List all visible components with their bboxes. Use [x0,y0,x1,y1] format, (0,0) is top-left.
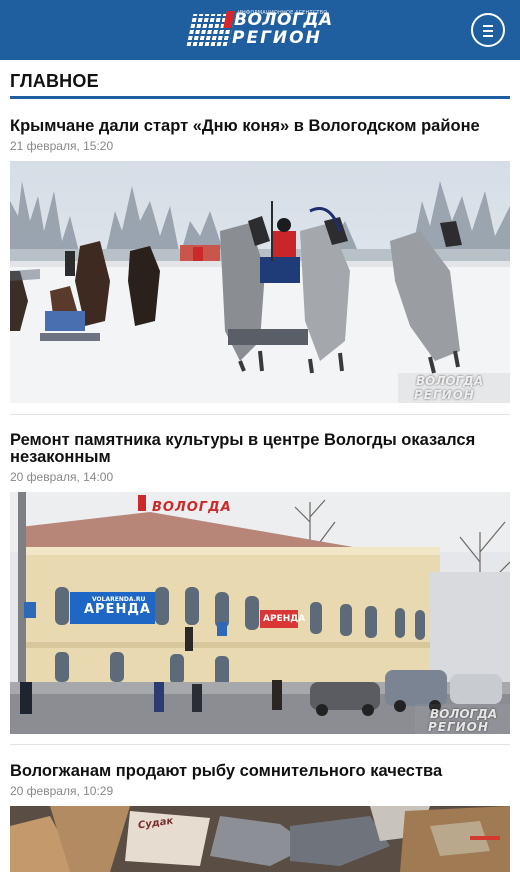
top-bar: ИНФОРМАЦИОННОЕ АГЕНТСТВО ВОЛОГДА РЕГИОН [0,0,520,60]
news-image-fish[interactable]: Судак [10,806,510,872]
site-logo[interactable]: ИНФОРМАЦИОННОЕ АГЕНТСТВО ВОЛОГДА РЕГИОН [186,10,333,50]
section-underline [10,96,510,99]
news-item[interactable]: Вологжанам продают рыбу сомнительного ка… [10,763,510,872]
photo-watermark-line2: РЕГИОН [428,720,489,734]
banner-big-text: АРЕНДА [84,602,151,617]
section-title: ГЛАВНОЕ [10,71,99,91]
menu-line [483,35,493,37]
troika-photo [10,161,510,403]
news-image-troika[interactable]: ВОЛОГДА РЕГИОН [10,161,510,403]
news-title[interactable]: Крымчане дали старт «Дню коня» в Вологод… [10,118,510,135]
logo-word-1: ВОЛОГДА [234,10,333,30]
news-date: 20 февраля, 14:00 [10,470,114,484]
news-title[interactable]: Вологжанам продают рыбу сомнительного ка… [10,763,510,780]
roof-sign-text: ВОЛОГДА [152,500,232,515]
photo-watermark-line1: ВОЛОГДА [416,374,484,388]
fish-photo [10,806,510,872]
news-date: 21 февраля, 15:20 [10,139,114,153]
news-separator [10,414,510,415]
news-separator [10,744,510,745]
menu-line [483,30,493,32]
photo-watermark-line2: РЕГИОН [414,388,475,402]
news-title[interactable]: Ремонт памятника культуры в центре Волог… [10,432,510,466]
news-item[interactable]: Крымчане дали старт «Дню коня» в Вологод… [10,118,510,415]
news-date: 20 февраля, 10:29 [10,784,114,798]
news-item[interactable]: Ремонт памятника культуры в центре Волог… [10,432,510,745]
photo-watermark-line1: ВОЛОГДА [430,707,498,721]
menu-line [483,25,493,27]
hamburger-menu-icon[interactable] [471,13,505,47]
news-image-building[interactable]: ВОЛОГДА VOLARENDA.RU АРЕНДА АРЕНДА ВОЛОГ… [10,492,510,734]
logo-word-2: РЕГИОН [232,28,322,48]
red-banner-text: АРЕНДА [263,614,306,624]
